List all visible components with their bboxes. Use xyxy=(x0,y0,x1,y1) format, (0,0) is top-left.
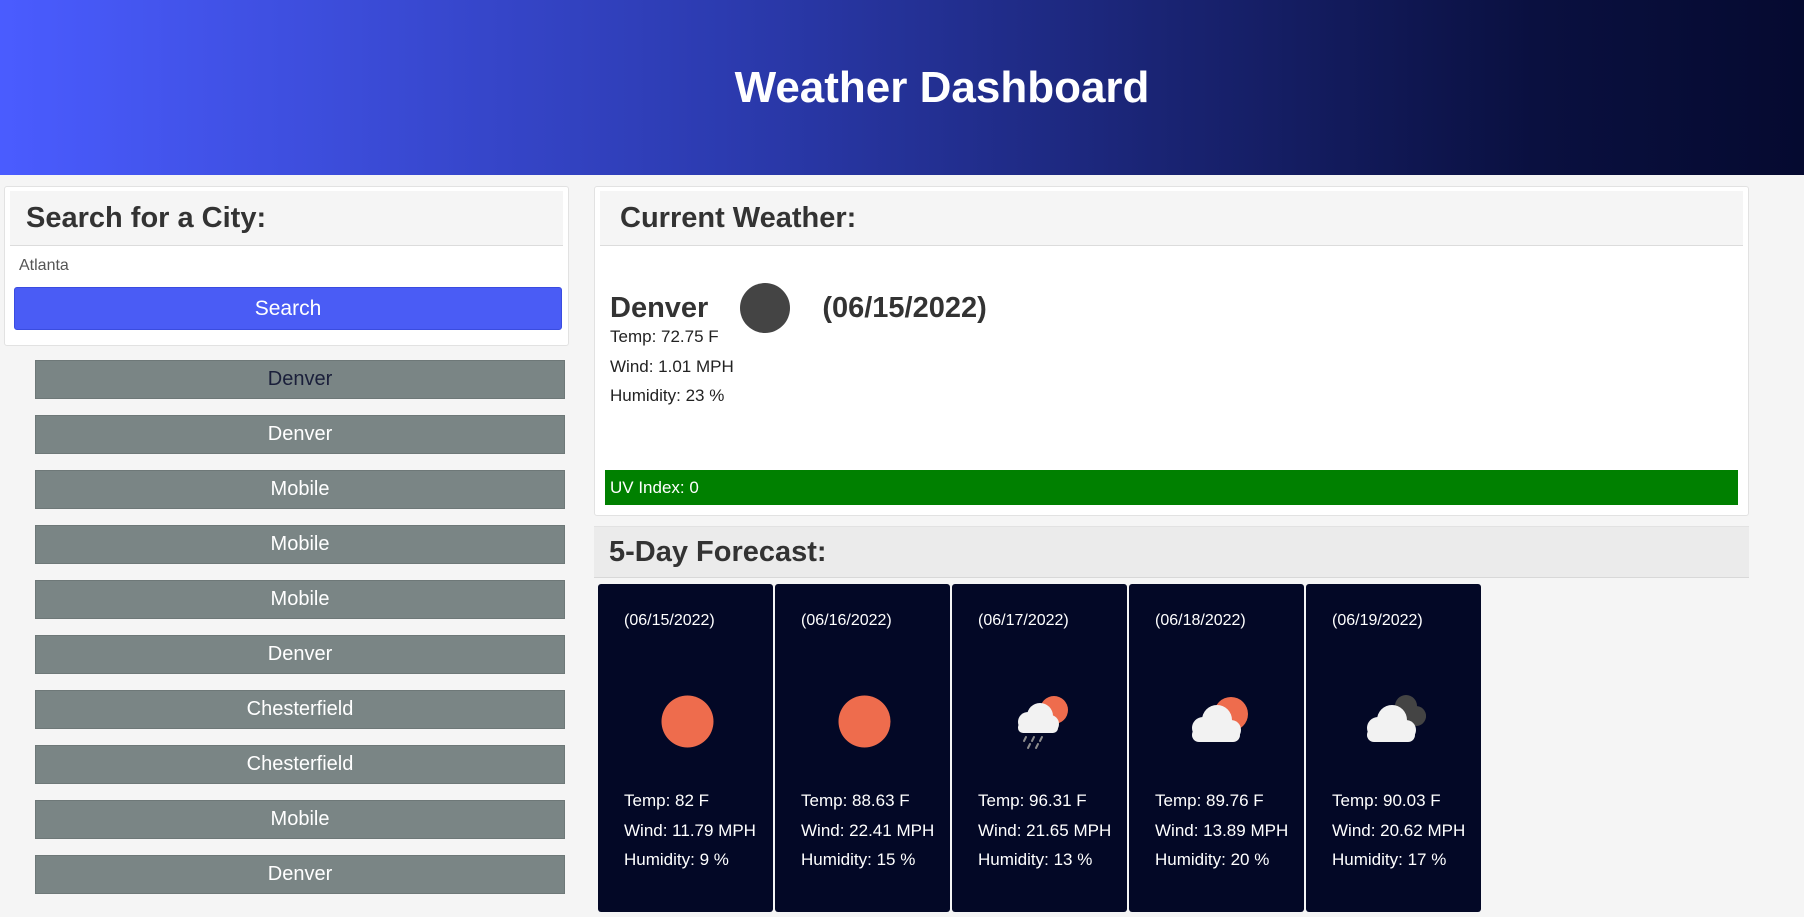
city-search-input[interactable] xyxy=(19,254,549,278)
forecast-date: (06/19/2022) xyxy=(1332,612,1423,629)
search-panel: Search for a City: Search xyxy=(4,186,569,346)
rain-cloud-sun-icon xyxy=(1004,684,1079,759)
search-history-list: Denver Denver Mobile Mobile Mobile Denver Ches… xyxy=(35,360,565,917)
forecast-temp: Temp: 89.76 F xyxy=(1155,791,1264,810)
history-city-button[interactable]: Denver xyxy=(35,855,565,894)
search-panel-header: Search for a City: xyxy=(10,191,563,246)
forecast-date: (06/16/2022) xyxy=(801,612,892,629)
current-humidity: Humidity: 23 % xyxy=(610,386,725,405)
page-title: Weather Dashboard xyxy=(734,62,1150,112)
history-city-button[interactable]: Mobile xyxy=(35,800,565,839)
forecast-date: (06/18/2022) xyxy=(1155,612,1246,629)
forecast-date: (06/15/2022) xyxy=(624,612,715,629)
forecast-humidity: Humidity: 15 % xyxy=(801,850,916,869)
dark-cloud-icon xyxy=(1358,684,1433,759)
current-city-name: Denver xyxy=(610,291,709,324)
forecast-wind: Wind: 20.62 MPH xyxy=(1332,821,1466,840)
history-city-button[interactable]: Denver xyxy=(35,360,565,399)
history-city-button[interactable]: Chesterfield xyxy=(35,690,565,729)
forecast-card: (06/18/2022) Temp: 89.76 F Wind: 13.89 MPH… xyxy=(1129,584,1304,912)
forecast-wind: Wind: 11.79 MPH xyxy=(624,821,756,840)
forecast-humidity: Humidity: 20 % xyxy=(1155,850,1270,869)
forecast-temp: Temp: 88.63 F xyxy=(801,791,910,810)
current-city-row: Denver (06/15/2022) xyxy=(610,283,987,333)
forecast-temp: Temp: 90.03 F xyxy=(1332,791,1441,810)
forecast-card: (06/17/2022) Temp: 96.31 F Wind: 21.65 MPH… xyxy=(952,584,1127,912)
current-weather-panel: Current Weather: Denver (06/15/2022) Tem… xyxy=(594,186,1749,516)
history-city-button[interactable]: Denver xyxy=(35,635,565,674)
forecast-wind: Wind: 22.41 MPH xyxy=(801,821,935,840)
forecast-humidity: Humidity: 17 % xyxy=(1332,850,1447,869)
history-city-button[interactable]: Denver xyxy=(35,415,565,454)
cloud-sun-icon xyxy=(1181,684,1256,759)
history-city-button[interactable]: Mobile xyxy=(35,525,565,564)
forecast-temp: Temp: 96.31 F xyxy=(978,791,1087,810)
sun-icon xyxy=(650,684,725,759)
forecast-date: (06/17/2022) xyxy=(978,612,1069,629)
search-button[interactable]: Search xyxy=(14,287,562,330)
forecast-humidity: Humidity: 9 % xyxy=(624,850,729,869)
current-date: (06/15/2022) xyxy=(822,291,987,324)
sun-icon xyxy=(827,684,902,759)
forecast-cards: (06/15/2022) Temp: 82 F Wind: 11.79 MPH Hum… xyxy=(598,584,1483,912)
history-city-button[interactable]: Mobile xyxy=(35,580,565,619)
current-wind: Wind: 1.01 MPH xyxy=(610,357,734,376)
search-panel-title: Search for a City: xyxy=(26,201,267,234)
current-weather-header: Current Weather: xyxy=(600,191,1743,246)
forecast-temp: Temp: 82 F xyxy=(624,791,710,810)
uv-index-badge: UV Index: 0 xyxy=(605,470,1738,505)
history-city-button[interactable]: Chesterfield xyxy=(35,745,565,784)
forecast-card: (06/19/2022) Temp: 90.03 F Wind: 20.62 MPH… xyxy=(1306,584,1481,912)
forecast-wind: Wind: 13.89 MPH xyxy=(1155,821,1289,840)
current-weather-title: Current Weather: xyxy=(620,201,857,234)
forecast-card: (06/15/2022) Temp: 82 F Wind: 11.79 MPH Hum… xyxy=(598,584,773,912)
history-city-button[interactable]: Mobile xyxy=(35,470,565,509)
forecast-wind: Wind: 21.65 MPH xyxy=(978,821,1112,840)
forecast-humidity: Humidity: 13 % xyxy=(978,850,1093,869)
page-header: Weather Dashboard xyxy=(0,0,1804,175)
forecast-header: 5-Day Forecast: xyxy=(594,526,1749,578)
clear-night-icon xyxy=(740,283,791,333)
current-temp: Temp: 72.75 F xyxy=(610,327,719,346)
forecast-title: 5-Day Forecast: xyxy=(609,535,827,568)
forecast-card: (06/16/2022) Temp: 88.63 F Wind: 22.41 MPH… xyxy=(775,584,950,912)
